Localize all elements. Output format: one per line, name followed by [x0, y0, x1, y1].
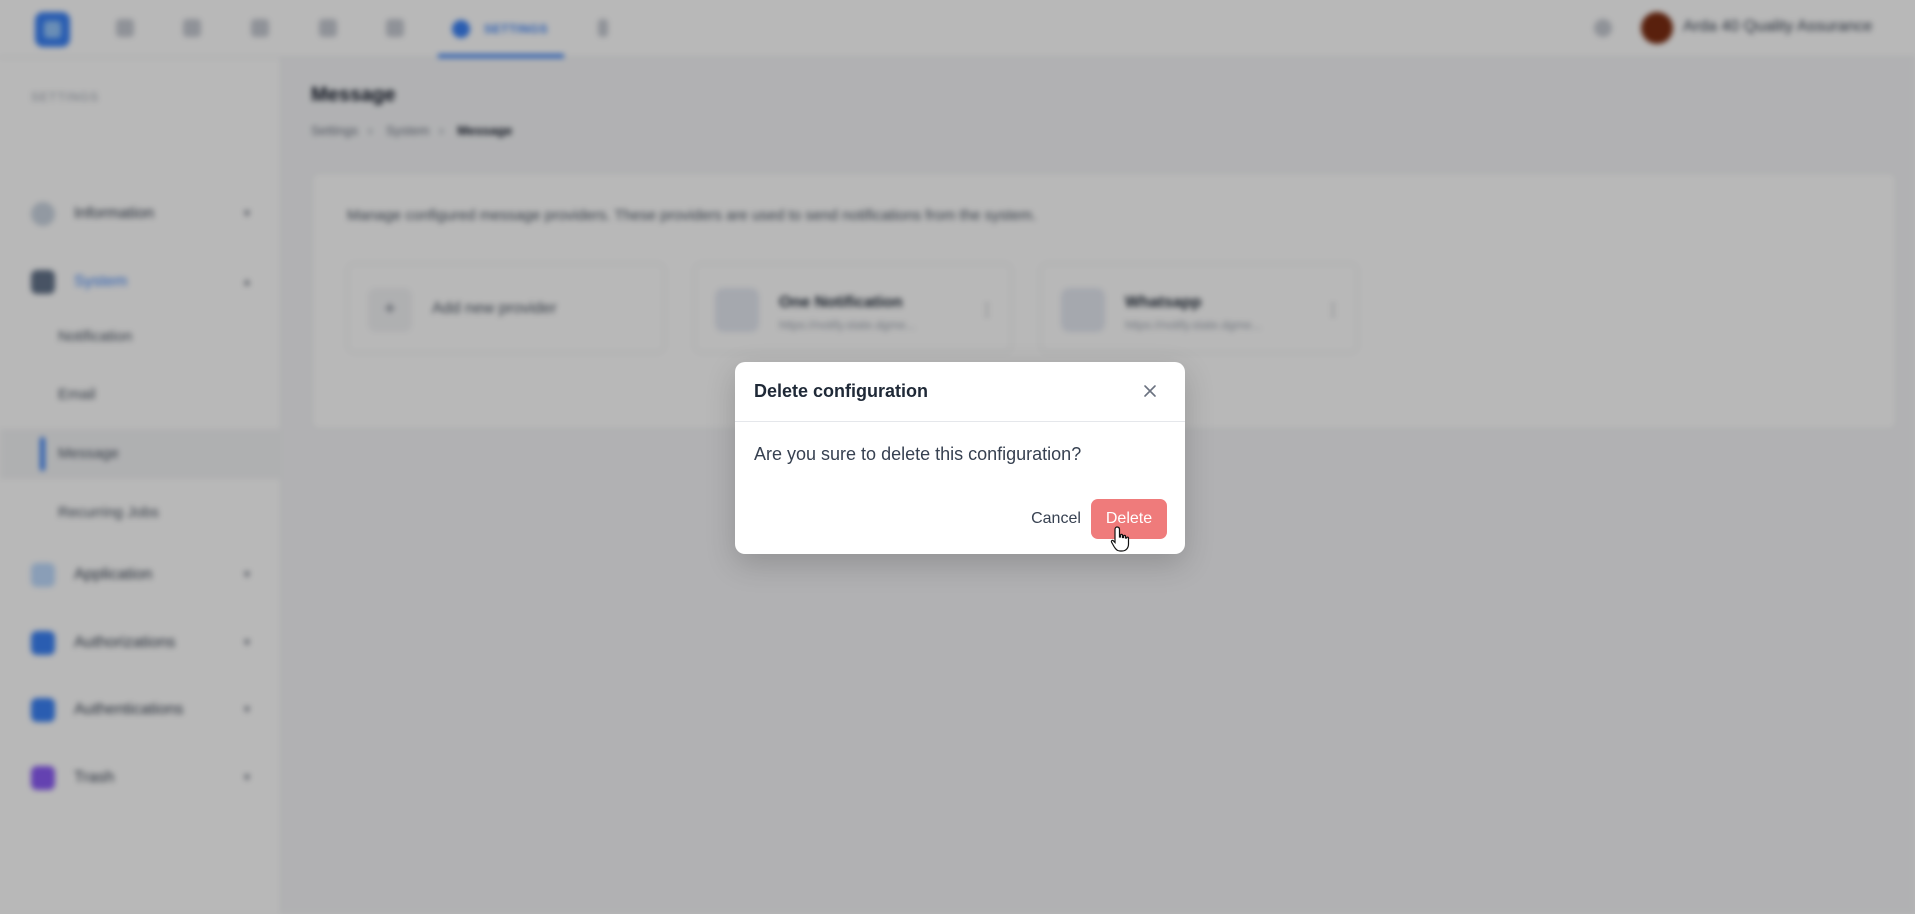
dialog-message: Are you sure to delete this configuratio…: [754, 444, 1082, 464]
dialog-header: Delete configuration: [735, 362, 1185, 422]
hand-cursor-icon: [1110, 526, 1130, 552]
close-icon[interactable]: [1138, 379, 1162, 403]
dialog-title: Delete configuration: [754, 381, 929, 401]
